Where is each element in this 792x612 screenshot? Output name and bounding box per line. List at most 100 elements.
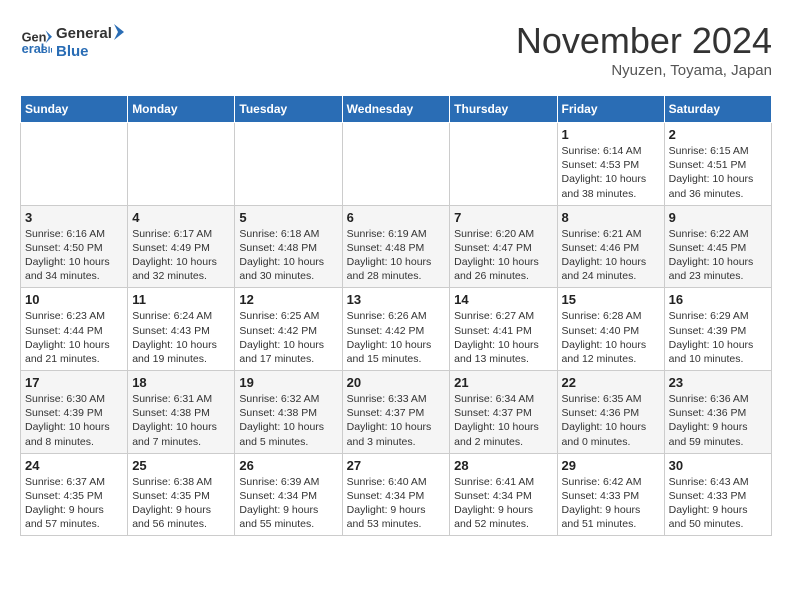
day-info: Sunrise: 6:22 AM Sunset: 4:45 PM Dayligh… (669, 227, 767, 284)
day-info: Sunrise: 6:28 AM Sunset: 4:40 PM Dayligh… (562, 309, 660, 366)
day-number: 27 (347, 458, 446, 473)
day-number: 22 (562, 375, 660, 390)
calendar-cell: 5Sunrise: 6:18 AM Sunset: 4:48 PM Daylig… (235, 205, 342, 288)
day-number: 18 (132, 375, 230, 390)
day-info: Sunrise: 6:23 AM Sunset: 4:44 PM Dayligh… (25, 309, 123, 366)
calendar-cell: 28Sunrise: 6:41 AM Sunset: 4:34 PM Dayli… (450, 453, 557, 536)
day-number: 24 (25, 458, 123, 473)
day-number: 17 (25, 375, 123, 390)
calendar-cell: 6Sunrise: 6:19 AM Sunset: 4:48 PM Daylig… (342, 205, 450, 288)
day-info: Sunrise: 6:34 AM Sunset: 4:37 PM Dayligh… (454, 392, 552, 449)
calendar-cell: 1Sunrise: 6:14 AM Sunset: 4:53 PM Daylig… (557, 123, 664, 206)
logo-icon: Gen eral Blue (20, 24, 52, 56)
calendar-cell: 19 Sunrise: 6:32 AM Sunset: 4:38 PM Dayli… (235, 371, 342, 454)
calendar-week-row: 1Sunrise: 6:14 AM Sunset: 4:53 PM Daylig… (21, 123, 772, 206)
day-number: 8 (562, 210, 660, 225)
calendar-cell: 18 Sunrise: 6:31 AM Sunset: 4:38 PM Dayli… (128, 371, 235, 454)
day-number: 9 (669, 210, 767, 225)
calendar-cell (235, 123, 342, 206)
calendar-cell: 10 Sunrise: 6:23 AM Sunset: 4:44 PM Dayli… (21, 288, 128, 371)
calendar-cell: 30Sunrise: 6:43 AM Sunset: 4:33 PM Dayli… (664, 453, 771, 536)
day-info: Sunrise: 6:27 AM Sunset: 4:41 PM Dayligh… (454, 309, 552, 366)
day-info: Sunrise: 6:38 AM Sunset: 4:35 PM Dayligh… (132, 475, 230, 532)
location: Nyuzen, Toyama, Japan (516, 62, 772, 79)
logo: Gen eral Blue General Blue (20, 20, 126, 60)
calendar-cell: 26 Sunrise: 6:39 AM Sunset: 4:34 PM Dayli… (235, 453, 342, 536)
calendar-table: SundayMondayTuesdayWednesdayThursdayFrid… (20, 95, 772, 536)
calendar-cell (450, 123, 557, 206)
day-info: Sunrise: 6:30 AM Sunset: 4:39 PM Dayligh… (25, 392, 123, 449)
day-info: Sunrise: 6:16 AM Sunset: 4:50 PM Dayligh… (25, 227, 123, 284)
calendar-cell: 13 Sunrise: 6:26 AM Sunset: 4:42 PM Dayli… (342, 288, 450, 371)
calendar-cell: 24 Sunrise: 6:37 AM Sunset: 4:35 PM Dayli… (21, 453, 128, 536)
day-number: 29 (562, 458, 660, 473)
day-info: Sunrise: 6:43 AM Sunset: 4:33 PM Dayligh… (669, 475, 767, 532)
weekday-header-cell: Thursday (450, 96, 557, 123)
calendar-cell: 2Sunrise: 6:15 AM Sunset: 4:51 PM Daylig… (664, 123, 771, 206)
day-number: 7 (454, 210, 552, 225)
month-title: November 2024 (516, 20, 772, 62)
day-info: Sunrise: 6:25 AM Sunset: 4:42 PM Dayligh… (239, 309, 337, 366)
calendar-cell: 15 Sunrise: 6:28 AM Sunset: 4:40 PM Dayli… (557, 288, 664, 371)
weekday-header-cell: Friday (557, 96, 664, 123)
calendar-cell: 4Sunrise: 6:17 AM Sunset: 4:49 PM Daylig… (128, 205, 235, 288)
day-number: 11 (132, 292, 230, 307)
weekday-header: SundayMondayTuesdayWednesdayThursdayFrid… (21, 96, 772, 123)
calendar-cell: 16 Sunrise: 6:29 AM Sunset: 4:39 PM Dayli… (664, 288, 771, 371)
day-number: 26 (239, 458, 337, 473)
calendar-cell: 22Sunrise: 6:35 AM Sunset: 4:36 PM Dayli… (557, 371, 664, 454)
day-info: Sunrise: 6:17 AM Sunset: 4:49 PM Dayligh… (132, 227, 230, 284)
day-number: 25 (132, 458, 230, 473)
day-info: Sunrise: 6:20 AM Sunset: 4:47 PM Dayligh… (454, 227, 552, 284)
day-info: Sunrise: 6:15 AM Sunset: 4:51 PM Dayligh… (669, 144, 767, 201)
svg-text:Blue: Blue (56, 43, 89, 60)
day-info: Sunrise: 6:32 AM Sunset: 4:38 PM Dayligh… (239, 392, 337, 449)
svg-text:General: General (56, 25, 112, 42)
calendar-week-row: 24 Sunrise: 6:37 AM Sunset: 4:35 PM Dayli… (21, 453, 772, 536)
day-number: 13 (347, 292, 446, 307)
day-number: 16 (669, 292, 767, 307)
day-info: Sunrise: 6:41 AM Sunset: 4:34 PM Dayligh… (454, 475, 552, 532)
day-number: 10 (25, 292, 123, 307)
day-number: 15 (562, 292, 660, 307)
weekday-header-cell: Saturday (664, 96, 771, 123)
day-info: Sunrise: 6:29 AM Sunset: 4:39 PM Dayligh… (669, 309, 767, 366)
calendar-cell (21, 123, 128, 206)
calendar-cell: 7 Sunrise: 6:20 AM Sunset: 4:47 PM Daylig… (450, 205, 557, 288)
svg-text:Blue: Blue (41, 45, 52, 56)
weekday-header-cell: Monday (128, 96, 235, 123)
calendar-body: 1Sunrise: 6:14 AM Sunset: 4:53 PM Daylig… (21, 123, 772, 536)
calendar-cell: 9 Sunrise: 6:22 AM Sunset: 4:45 PM Daylig… (664, 205, 771, 288)
calendar-cell: 27 Sunrise: 6:40 AM Sunset: 4:34 PM Dayli… (342, 453, 450, 536)
day-number: 23 (669, 375, 767, 390)
day-number: 19 (239, 375, 337, 390)
weekday-header-cell: Tuesday (235, 96, 342, 123)
calendar-cell: 11 Sunrise: 6:24 AM Sunset: 4:43 PM Dayli… (128, 288, 235, 371)
weekday-header-cell: Sunday (21, 96, 128, 123)
title-block: November 2024 Nyuzen, Toyama, Japan (516, 20, 772, 79)
day-number: 3 (25, 210, 123, 225)
calendar-cell: 21 Sunrise: 6:34 AM Sunset: 4:37 PM Dayli… (450, 371, 557, 454)
logo-svg: General Blue (56, 20, 126, 60)
calendar-cell: 14 Sunrise: 6:27 AM Sunset: 4:41 PM Dayli… (450, 288, 557, 371)
day-number: 6 (347, 210, 446, 225)
day-info: Sunrise: 6:31 AM Sunset: 4:38 PM Dayligh… (132, 392, 230, 449)
day-info: Sunrise: 6:26 AM Sunset: 4:42 PM Dayligh… (347, 309, 446, 366)
calendar-week-row: 10 Sunrise: 6:23 AM Sunset: 4:44 PM Dayli… (21, 288, 772, 371)
day-info: Sunrise: 6:24 AM Sunset: 4:43 PM Dayligh… (132, 309, 230, 366)
calendar-cell: 8 Sunrise: 6:21 AM Sunset: 4:46 PM Daylig… (557, 205, 664, 288)
calendar-cell: 12 Sunrise: 6:25 AM Sunset: 4:42 PM Dayli… (235, 288, 342, 371)
day-number: 21 (454, 375, 552, 390)
day-number: 14 (454, 292, 552, 307)
calendar-cell (342, 123, 450, 206)
day-info: Sunrise: 6:39 AM Sunset: 4:34 PM Dayligh… (239, 475, 337, 532)
day-number: 20 (347, 375, 446, 390)
calendar-cell: 23Sunrise: 6:36 AM Sunset: 4:36 PM Dayli… (664, 371, 771, 454)
day-info: Sunrise: 6:40 AM Sunset: 4:34 PM Dayligh… (347, 475, 446, 532)
day-info: Sunrise: 6:21 AM Sunset: 4:46 PM Dayligh… (562, 227, 660, 284)
day-number: 12 (239, 292, 337, 307)
calendar-cell (128, 123, 235, 206)
day-number: 5 (239, 210, 337, 225)
weekday-header-cell: Wednesday (342, 96, 450, 123)
day-info: Sunrise: 6:37 AM Sunset: 4:35 PM Dayligh… (25, 475, 123, 532)
